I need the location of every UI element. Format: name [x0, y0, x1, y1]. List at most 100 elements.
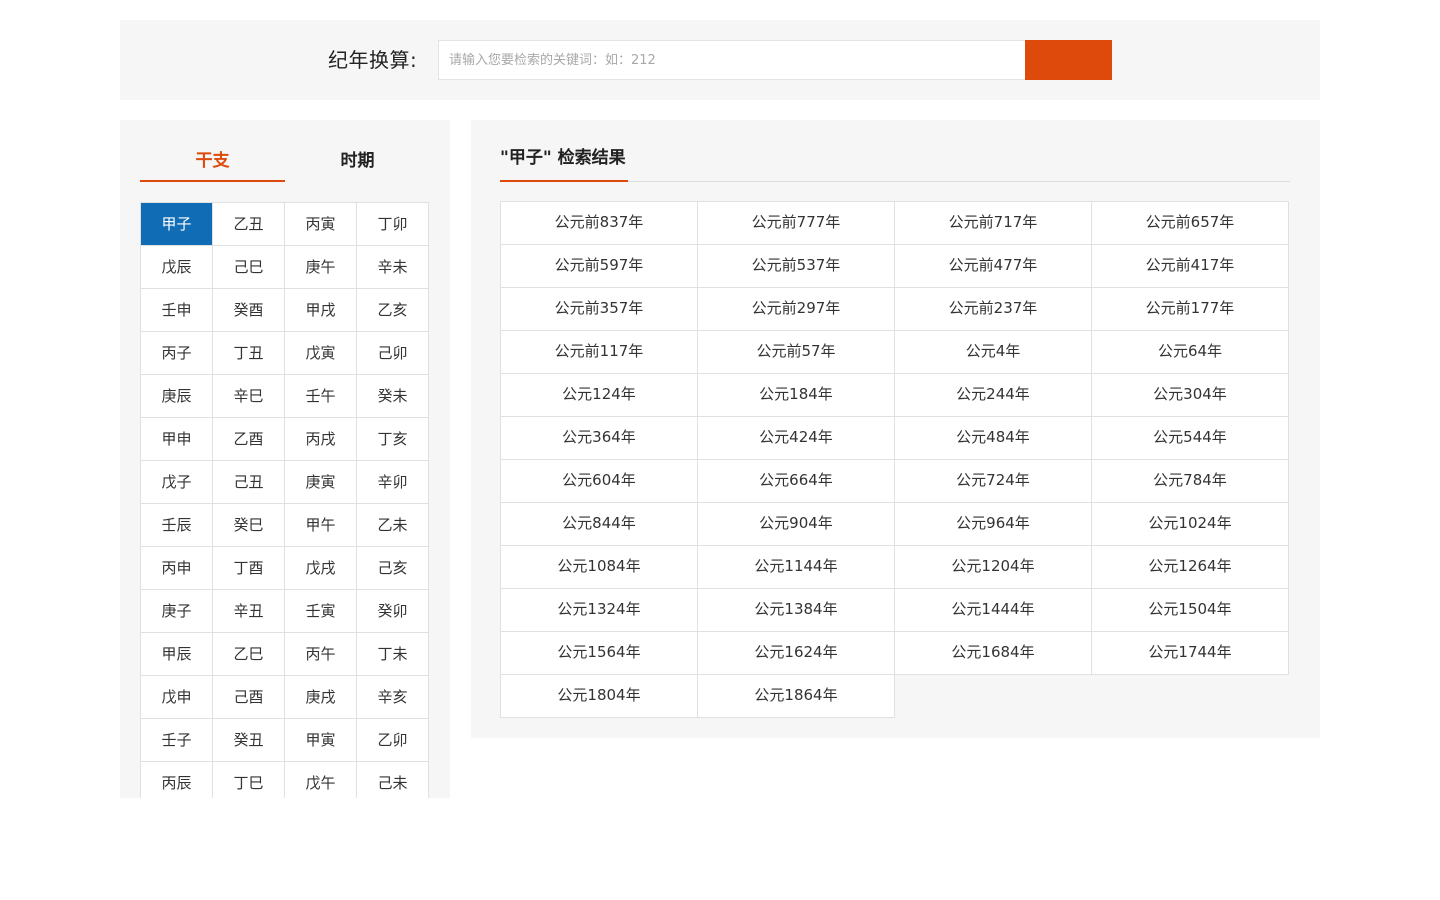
year-cell[interactable]: 公元前117年 [500, 330, 698, 374]
ganzhi-cell[interactable]: 己酉 [213, 676, 285, 719]
year-cell[interactable]: 公元前717年 [894, 201, 1092, 245]
ganzhi-cell[interactable]: 己亥 [357, 547, 429, 590]
year-cell[interactable]: 公元前57年 [697, 330, 895, 374]
ganzhi-cell[interactable]: 癸未 [357, 375, 429, 418]
year-cell[interactable]: 公元724年 [894, 459, 1092, 503]
year-cell[interactable]: 公元184年 [697, 373, 895, 417]
year-cell[interactable]: 公元前477年 [894, 244, 1092, 288]
year-cell[interactable]: 公元前597年 [500, 244, 698, 288]
year-cell[interactable]: 公元1504年 [1091, 588, 1289, 632]
ganzhi-cell[interactable]: 辛巳 [213, 375, 285, 418]
ganzhi-cell[interactable]: 甲寅 [285, 719, 357, 762]
ganzhi-cell[interactable]: 丁丑 [213, 332, 285, 375]
year-cell[interactable]: 公元前657年 [1091, 201, 1289, 245]
ganzhi-cell[interactable]: 癸巳 [213, 504, 285, 547]
ganzhi-cell[interactable]: 癸丑 [213, 719, 285, 762]
ganzhi-cell[interactable]: 丁亥 [357, 418, 429, 461]
year-cell[interactable]: 公元1864年 [697, 674, 895, 718]
year-cell[interactable]: 公元964年 [894, 502, 1092, 546]
year-cell[interactable]: 公元前777年 [697, 201, 895, 245]
year-cell[interactable]: 公元904年 [697, 502, 895, 546]
year-cell[interactable]: 公元1204年 [894, 545, 1092, 589]
ganzhi-cell[interactable]: 丁巳 [213, 762, 285, 798]
year-cell[interactable]: 公元364年 [500, 416, 698, 460]
ganzhi-cell[interactable]: 辛卯 [357, 461, 429, 504]
ganzhi-cell[interactable]: 庚午 [285, 246, 357, 289]
ganzhi-cell[interactable]: 壬寅 [285, 590, 357, 633]
year-cell[interactable]: 公元64年 [1091, 330, 1289, 374]
ganzhi-cell[interactable]: 辛丑 [213, 590, 285, 633]
ganzhi-cell[interactable]: 己巳 [213, 246, 285, 289]
ganzhi-cell[interactable]: 丁未 [357, 633, 429, 676]
ganzhi-cell[interactable]: 庚戌 [285, 676, 357, 719]
year-cell[interactable]: 公元1444年 [894, 588, 1092, 632]
year-cell[interactable]: 公元424年 [697, 416, 895, 460]
ganzhi-cell[interactable]: 甲戌 [285, 289, 357, 332]
year-cell[interactable]: 公元484年 [894, 416, 1092, 460]
ganzhi-cell[interactable]: 戊申 [141, 676, 213, 719]
year-cell[interactable]: 公元4年 [894, 330, 1092, 374]
tab-period[interactable]: 时期 [285, 140, 430, 182]
ganzhi-cell[interactable]: 癸卯 [357, 590, 429, 633]
year-cell[interactable]: 公元1384年 [697, 588, 895, 632]
year-cell[interactable]: 公元前537年 [697, 244, 895, 288]
year-cell[interactable]: 公元前237年 [894, 287, 1092, 331]
ganzhi-cell[interactable]: 戊辰 [141, 246, 213, 289]
search-button[interactable] [1025, 40, 1112, 80]
ganzhi-cell[interactable]: 己丑 [213, 461, 285, 504]
ganzhi-cell[interactable]: 乙丑 [213, 203, 285, 246]
ganzhi-cell[interactable]: 戊子 [141, 461, 213, 504]
year-cell[interactable]: 公元304年 [1091, 373, 1289, 417]
ganzhi-cell[interactable]: 壬申 [141, 289, 213, 332]
ganzhi-cell[interactable]: 甲辰 [141, 633, 213, 676]
ganzhi-cell[interactable]: 甲午 [285, 504, 357, 547]
ganzhi-cell[interactable]: 甲子 [141, 203, 213, 246]
year-cell[interactable]: 公元544年 [1091, 416, 1289, 460]
year-cell[interactable]: 公元1564年 [500, 631, 698, 675]
search-input[interactable] [438, 40, 1025, 80]
ganzhi-cell[interactable]: 戊午 [285, 762, 357, 798]
year-cell[interactable]: 公元1804年 [500, 674, 698, 718]
year-cell[interactable]: 公元664年 [697, 459, 895, 503]
ganzhi-cell[interactable]: 辛亥 [357, 676, 429, 719]
ganzhi-cell[interactable]: 丙申 [141, 547, 213, 590]
tab-ganzhi[interactable]: 干支 [140, 140, 285, 182]
year-cell[interactable]: 公元1024年 [1091, 502, 1289, 546]
ganzhi-cell[interactable]: 丙寅 [285, 203, 357, 246]
ganzhi-cell[interactable]: 壬子 [141, 719, 213, 762]
ganzhi-cell[interactable]: 乙酉 [213, 418, 285, 461]
year-cell[interactable]: 公元1684年 [894, 631, 1092, 675]
year-cell[interactable]: 公元1744年 [1091, 631, 1289, 675]
ganzhi-cell[interactable]: 庚子 [141, 590, 213, 633]
ganzhi-cell[interactable]: 癸酉 [213, 289, 285, 332]
ganzhi-cell[interactable]: 乙巳 [213, 633, 285, 676]
year-cell[interactable]: 公元1324年 [500, 588, 698, 632]
ganzhi-cell[interactable]: 壬午 [285, 375, 357, 418]
ganzhi-cell[interactable]: 乙卯 [357, 719, 429, 762]
year-cell[interactable]: 公元784年 [1091, 459, 1289, 503]
ganzhi-cell[interactable]: 丁卯 [357, 203, 429, 246]
ganzhi-cell[interactable]: 丙午 [285, 633, 357, 676]
ganzhi-cell[interactable]: 乙未 [357, 504, 429, 547]
ganzhi-cell[interactable]: 庚寅 [285, 461, 357, 504]
ganzhi-cell[interactable]: 戊戌 [285, 547, 357, 590]
ganzhi-cell[interactable]: 乙亥 [357, 289, 429, 332]
year-cell[interactable]: 公元前297年 [697, 287, 895, 331]
ganzhi-cell[interactable]: 庚辰 [141, 375, 213, 418]
year-cell[interactable]: 公元前177年 [1091, 287, 1289, 331]
year-cell[interactable]: 公元1624年 [697, 631, 895, 675]
year-cell[interactable]: 公元604年 [500, 459, 698, 503]
ganzhi-cell[interactable]: 己未 [357, 762, 429, 798]
year-cell[interactable]: 公元1084年 [500, 545, 698, 589]
ganzhi-cell[interactable]: 丁酉 [213, 547, 285, 590]
year-cell[interactable]: 公元前417年 [1091, 244, 1289, 288]
year-cell[interactable]: 公元1144年 [697, 545, 895, 589]
year-cell[interactable]: 公元124年 [500, 373, 698, 417]
year-cell[interactable]: 公元244年 [894, 373, 1092, 417]
ganzhi-cell[interactable]: 丙辰 [141, 762, 213, 798]
ganzhi-cell[interactable]: 戊寅 [285, 332, 357, 375]
year-cell[interactable]: 公元前357年 [500, 287, 698, 331]
ganzhi-cell[interactable]: 己卯 [357, 332, 429, 375]
ganzhi-cell[interactable]: 壬辰 [141, 504, 213, 547]
ganzhi-cell[interactable]: 丙子 [141, 332, 213, 375]
